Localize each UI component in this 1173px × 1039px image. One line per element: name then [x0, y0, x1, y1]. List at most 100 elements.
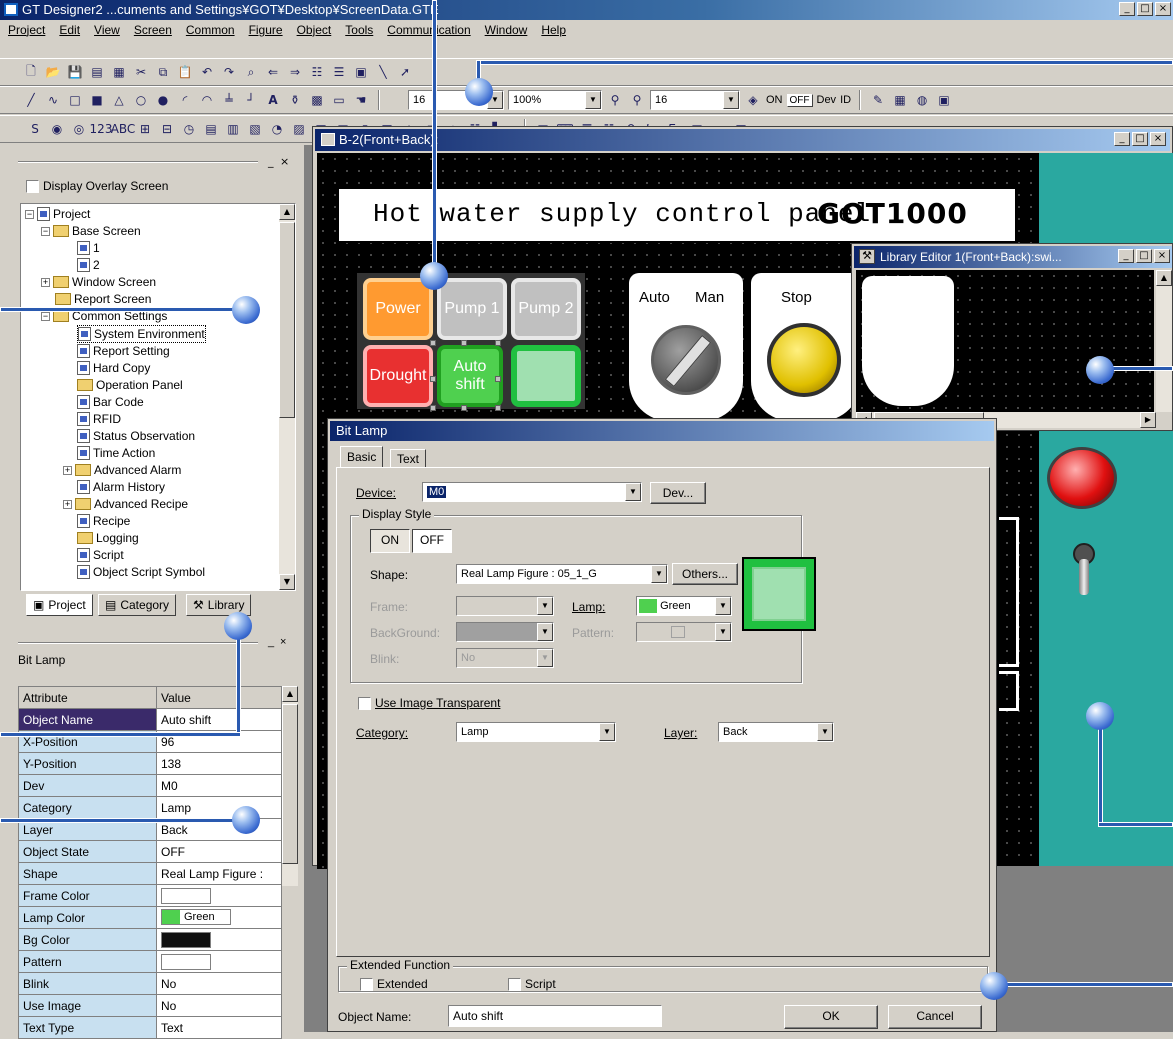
table-row[interactable]: Object State OFF [18, 840, 282, 863]
zoom-combo[interactable]: 100% ▼ [508, 90, 602, 110]
tree-item-object-script-symbol[interactable]: Object Script Symbol [77, 564, 205, 580]
on-toggle[interactable]: ON [766, 94, 783, 106]
print-icon[interactable]: ▤ [88, 64, 106, 80]
scroll-down-icon[interactable]: ▼ [279, 574, 295, 590]
table-row[interactable]: Lamp Color Green [18, 906, 282, 929]
layer-combo[interactable]: Back ▼ [718, 722, 834, 742]
attribute-scrollbar[interactable]: ▲ [282, 686, 298, 886]
tree-item-report-setting[interactable]: Report Setting [77, 343, 170, 359]
panel-close-icon[interactable]: × [280, 636, 286, 648]
library-canvas[interactable] [856, 270, 1154, 412]
pattern-combo[interactable]: ▼ [636, 622, 732, 642]
minimize-button[interactable]: _ [1119, 2, 1135, 16]
circle-icon[interactable]: ○ [132, 92, 150, 108]
lamp-color-swatch[interactable]: Green [161, 908, 231, 925]
tree-item-time-action[interactable]: Time Action [77, 445, 155, 461]
table-row[interactable]: Bg Color [18, 928, 282, 951]
cancel-button[interactable]: Cancel [888, 1005, 982, 1029]
stop-button-panel[interactable]: Stop [751, 273, 861, 421]
scroll-thumb[interactable] [282, 704, 298, 864]
tree-item-screen-2[interactable]: 2 [77, 257, 100, 273]
new-icon[interactable]: 🗋 [22, 64, 40, 80]
pump2-key[interactable]: Pump 2 [511, 278, 581, 340]
pump1-key[interactable]: Pump 1 [437, 278, 507, 340]
off-toggle[interactable]: OFF [786, 93, 813, 107]
selection-handle[interactable] [430, 340, 436, 346]
use-image-transparent-checkbox[interactable]: Use Image Transparent [358, 695, 500, 711]
select-pointer-icon[interactable]: ➚ [396, 64, 414, 80]
frame-combo[interactable]: ▼ [456, 596, 554, 616]
find-icon[interactable]: ⌕ [242, 64, 260, 80]
tree-item-recipe[interactable]: Recipe [77, 513, 130, 529]
text-size-combo[interactable]: 16 ▼ [650, 90, 740, 110]
filled-rectangle-icon[interactable]: ■ [88, 92, 106, 108]
image-icon[interactable]: ▩ [308, 92, 326, 108]
parts-icon[interactable]: ▧ [246, 121, 264, 137]
tree-item-status-observation[interactable]: Status Observation [77, 428, 195, 444]
table-row[interactable]: Y-Position 138 [18, 752, 282, 775]
table-row[interactable]: Use Image No [18, 994, 282, 1017]
arc-icon[interactable]: ◜ [176, 92, 194, 108]
power-key[interactable]: Power [363, 278, 433, 340]
stop-button[interactable] [767, 323, 841, 397]
selection-handle[interactable] [430, 405, 436, 411]
alarm-list-icon[interactable]: ▥ [224, 121, 242, 137]
blink-combo[interactable]: No ▼ [456, 648, 554, 668]
menu-common[interactable]: Common [186, 20, 235, 40]
menu-figure[interactable]: Figure [249, 20, 283, 40]
line-color-icon[interactable]: ✎ [869, 92, 887, 108]
selection-handle[interactable] [495, 376, 501, 382]
level-icon[interactable]: ▨ [290, 121, 308, 137]
preview-icon[interactable]: ▦ [110, 64, 128, 80]
comment-icon[interactable]: ▤ [202, 121, 220, 137]
toggle-switch[interactable] [1069, 539, 1099, 605]
scale-icon[interactable]: ╧ [220, 92, 238, 108]
dev-button[interactable]: Dev... [650, 482, 706, 504]
selection-handle[interactable] [495, 340, 501, 346]
line-icon[interactable]: ╱ [22, 92, 40, 108]
id-toggle[interactable]: ID [840, 94, 851, 106]
tree-scrollbar[interactable]: ▲ ▼ [279, 204, 295, 590]
lamp-icon[interactable]: ◉ [48, 121, 66, 137]
on-state-button[interactable]: ON [370, 529, 410, 553]
tree-item-system-environment[interactable]: System Environment [77, 325, 206, 343]
tree-item-advanced-alarm[interactable]: + Advanced Alarm [63, 462, 181, 478]
script-checkbox[interactable]: Script [508, 976, 556, 992]
scroll-up-icon[interactable]: ▲ [1156, 270, 1172, 286]
selector-switch-panel[interactable]: Auto Man [629, 273, 743, 421]
dev-toggle[interactable]: Dev [817, 94, 837, 106]
panel-minimize-icon[interactable]: _ [268, 155, 274, 168]
scroll-up-icon[interactable]: ▲ [282, 686, 298, 702]
auto-shift-key[interactable]: Auto shift [437, 345, 503, 407]
fill-icon[interactable]: ◈ [744, 92, 762, 108]
shape-combo[interactable]: Real Lamp Figure : 05_1_G ▼ [456, 564, 668, 584]
ascii-display-icon[interactable]: ABC [111, 121, 136, 137]
paint-icon[interactable]: ⚱ [286, 92, 304, 108]
filled-circle-icon[interactable]: ● [154, 92, 172, 108]
frame-color-swatch[interactable] [161, 887, 211, 904]
rectangle-icon[interactable]: □ [66, 92, 84, 108]
text-icon[interactable]: A [264, 92, 282, 108]
lamp-color-combo[interactable]: Green ▼ [636, 596, 732, 616]
polygon-icon[interactable]: △ [110, 92, 128, 108]
tree-item-alarm-history[interactable]: Alarm History [77, 479, 165, 495]
selection-handle[interactable] [461, 340, 467, 346]
selection-handle[interactable] [461, 405, 467, 411]
object-name-input[interactable]: Auto shift [448, 1005, 662, 1027]
sector-icon[interactable]: ◠ [198, 92, 216, 108]
table-row[interactable]: Blink No [18, 972, 282, 995]
table-row[interactable]: Text Type Text [18, 1016, 282, 1039]
tab-basic[interactable]: Basic [340, 446, 384, 468]
selection-handle[interactable] [495, 405, 501, 411]
tree-item-bar-code[interactable]: Bar Code [77, 394, 144, 410]
redo-icon[interactable]: ↷ [220, 64, 238, 80]
zoom-out-icon[interactable]: ⚲ [628, 92, 646, 108]
tab-text[interactable]: Text [390, 449, 427, 468]
selector-knob[interactable] [651, 325, 721, 395]
menu-edit[interactable]: Edit [59, 20, 80, 40]
extended-checkbox[interactable]: Extended [360, 976, 428, 992]
tree-item-script[interactable]: Script [77, 547, 124, 563]
minimize-button[interactable]: _ [1114, 132, 1130, 146]
menu-help[interactable]: Help [541, 20, 566, 40]
line-tool-icon[interactable]: ╲ [374, 64, 392, 80]
